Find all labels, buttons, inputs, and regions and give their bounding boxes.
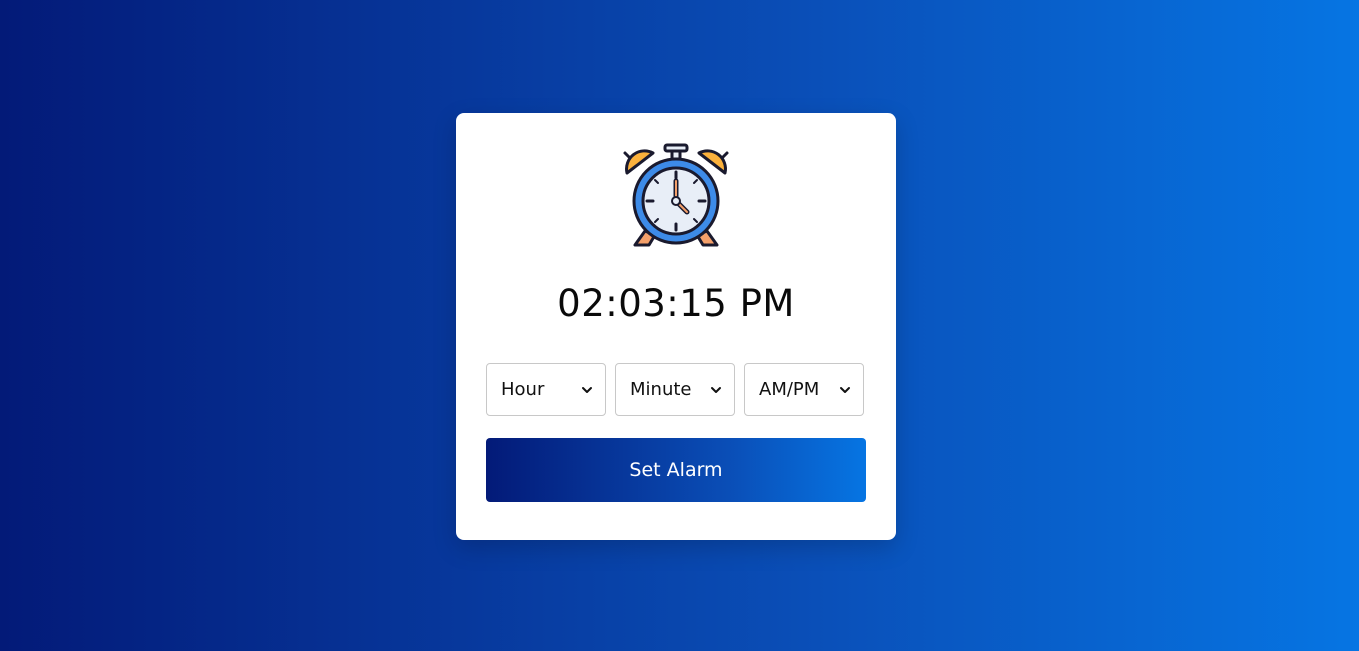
alarm-card: 02:03:15 PM Hour Minute AM/PM Set Alarm <box>456 113 896 540</box>
hour-select[interactable]: Hour <box>486 363 606 416</box>
chevron-down-icon <box>582 387 592 393</box>
alarm-time-selectors: Hour Minute AM/PM <box>486 363 866 418</box>
alarm-clock-icon <box>623 143 729 247</box>
ampm-select[interactable]: AM/PM <box>744 363 864 416</box>
chevron-down-icon <box>840 387 850 393</box>
set-alarm-button[interactable]: Set Alarm <box>486 438 866 502</box>
hour-select-value: Hour <box>501 379 545 400</box>
chevron-down-icon <box>711 387 721 393</box>
ampm-select-value: AM/PM <box>759 379 820 400</box>
current-time: 02:03:15 PM <box>557 282 795 325</box>
minute-select-value: Minute <box>630 379 692 400</box>
minute-select[interactable]: Minute <box>615 363 735 416</box>
